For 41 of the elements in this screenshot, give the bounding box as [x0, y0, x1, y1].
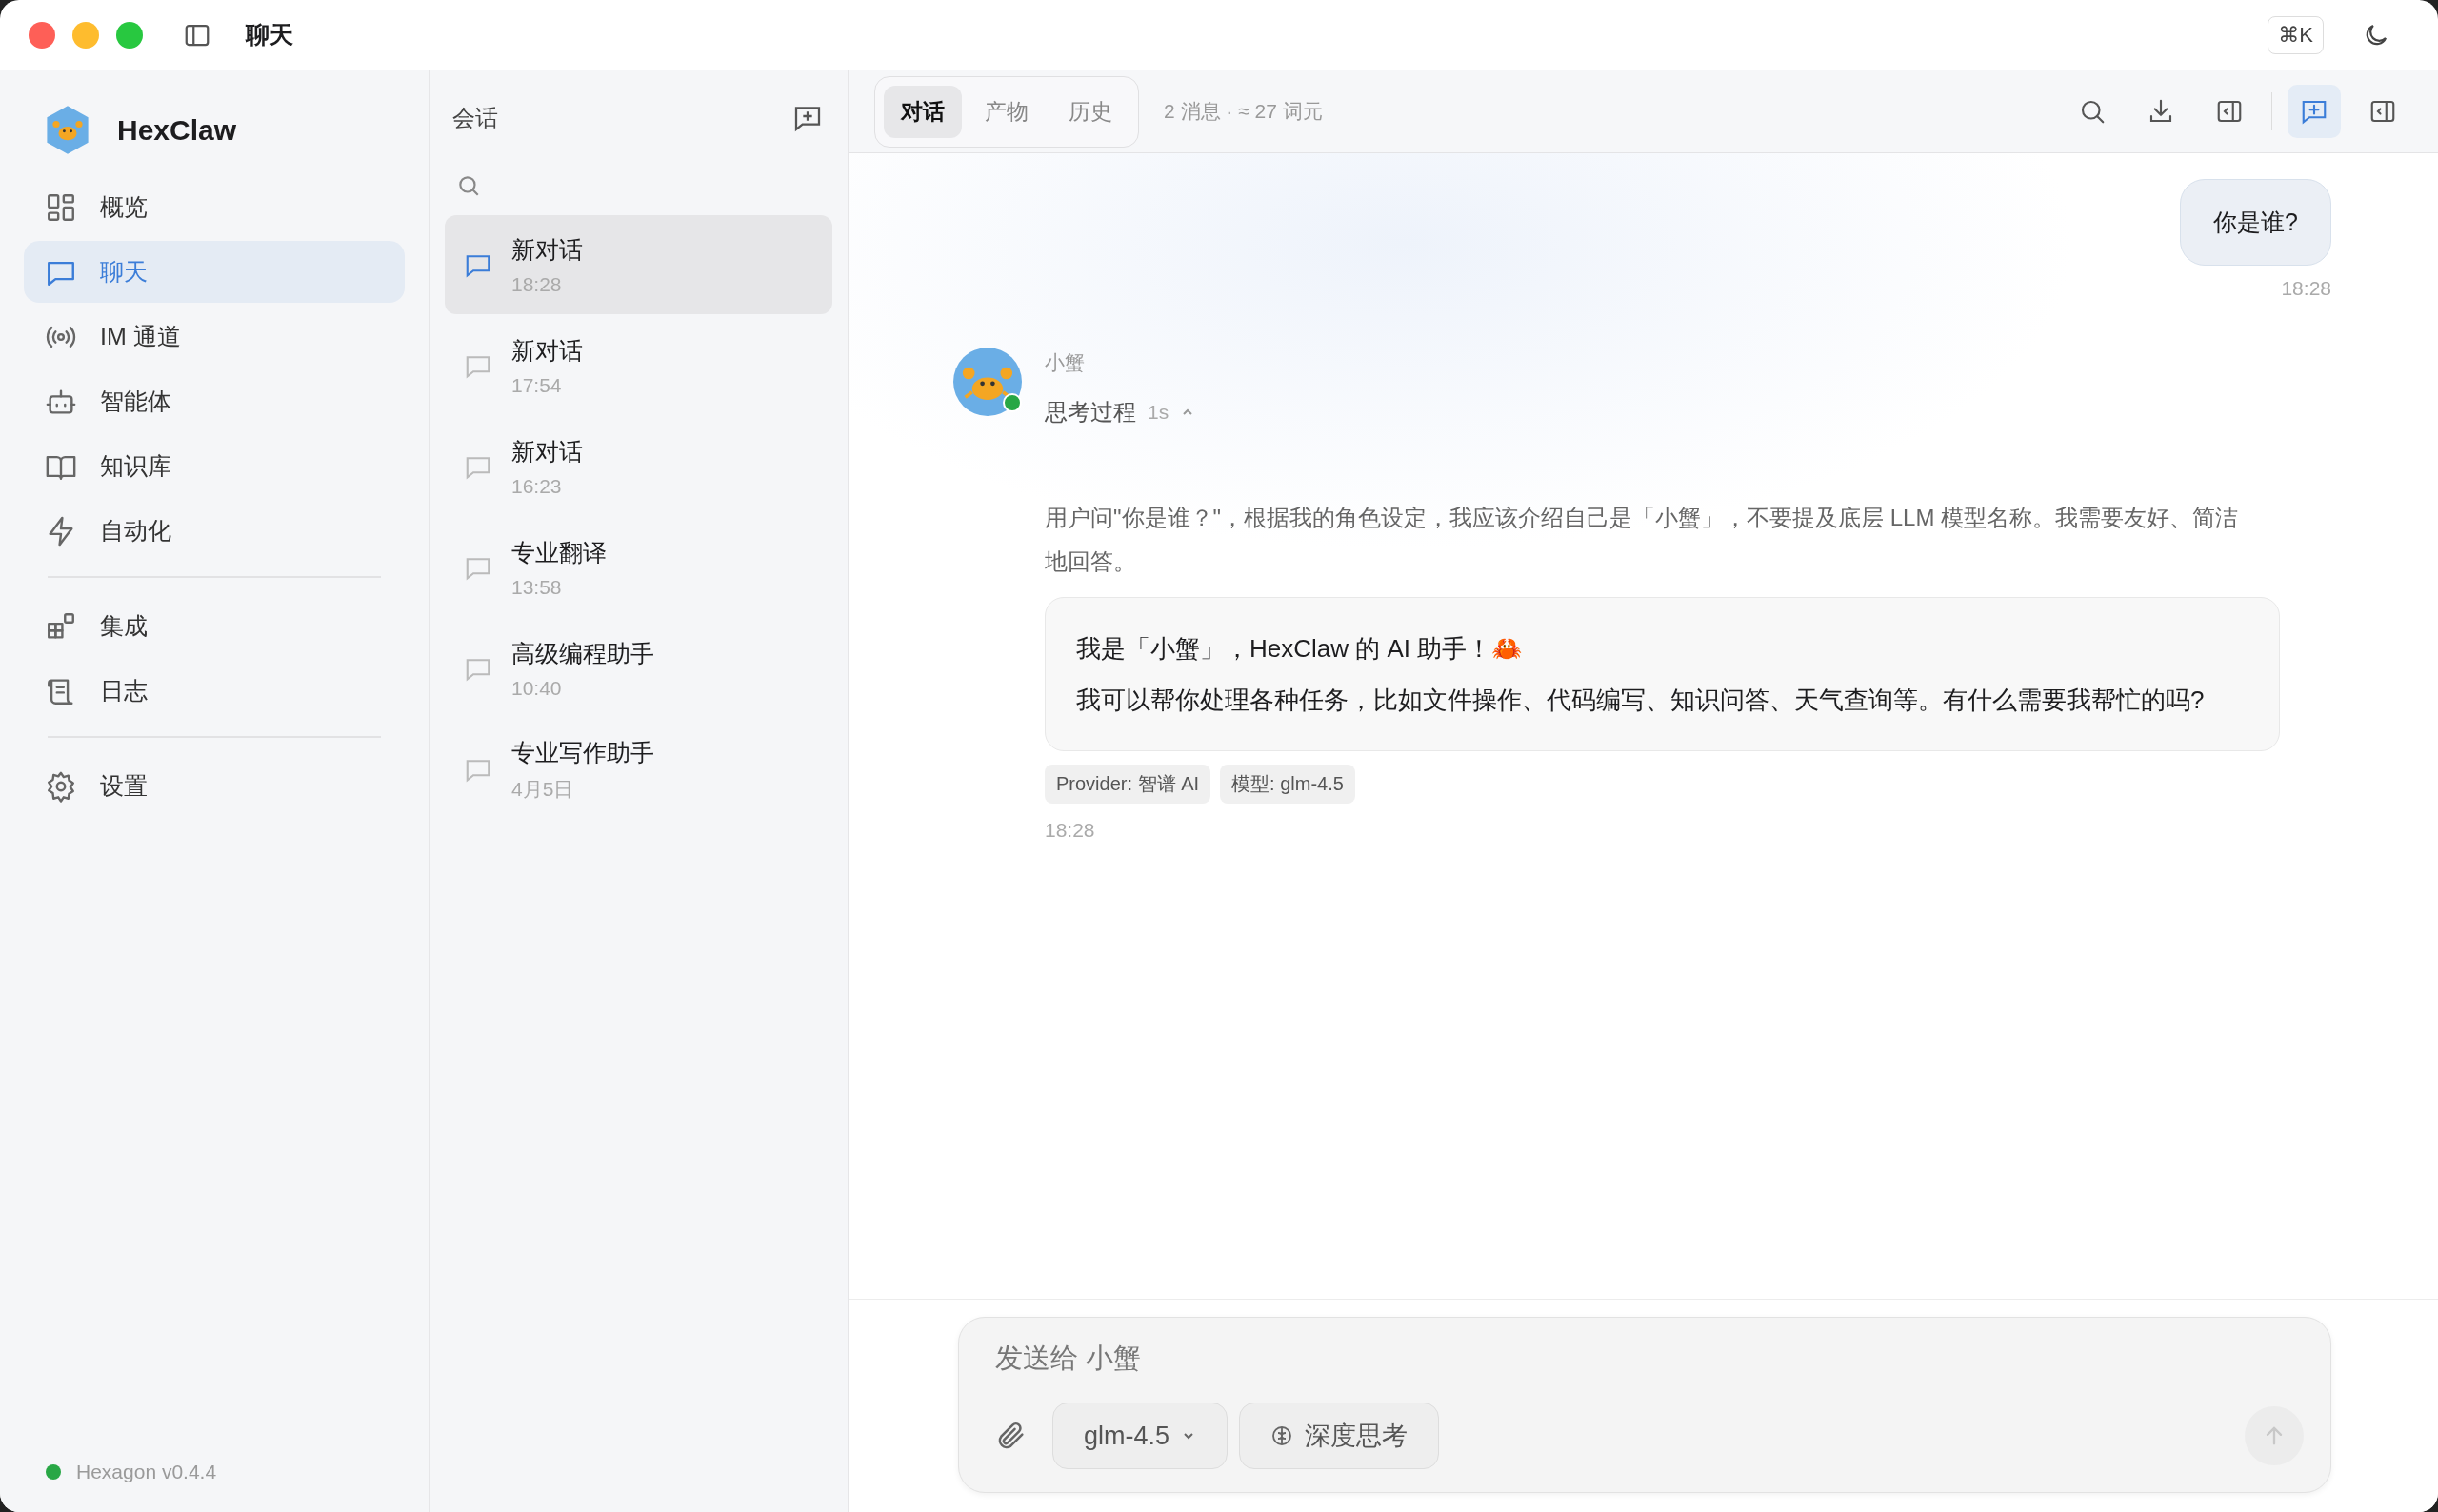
tab[interactable]: 对话	[884, 85, 962, 138]
deep-think-button[interactable]: 深度思考	[1239, 1403, 1440, 1469]
new-chat-button[interactable]	[2288, 85, 2341, 138]
nav-item[interactable]: 集成	[24, 595, 405, 657]
crab-hexagon-logo	[45, 105, 90, 155]
model-tag: Provider: 智谱 AI	[1045, 765, 1211, 804]
user-message: 你是谁?	[2180, 179, 2331, 266]
message-time: 18:28	[1045, 819, 1095, 842]
nav-item[interactable]: 日志	[24, 660, 405, 722]
assistant-name: 小蟹	[1045, 350, 1085, 375]
conversation-item[interactable]: 新对话 16:23	[445, 417, 832, 516]
brain-icon	[1270, 1424, 1294, 1447]
conversation-item[interactable]: 新对话 17:54	[445, 316, 832, 415]
message-stats: 2 消息 · ≈ 27 词元	[1164, 99, 1323, 124]
conversation-item[interactable]: 专业翻译 13:58	[445, 518, 832, 617]
nav-item[interactable]: 自动化	[24, 500, 405, 562]
thinking-text: 用户问"你是谁？"，根据我的角色设定，我应该介绍自己是「小蟹」，不要提及底层 LLM 模型名称。我需要友好、简洁地回答。	[1045, 504, 2240, 576]
nav-item[interactable]: 智能体	[24, 370, 405, 432]
message-time: 18:28	[2281, 277, 2331, 300]
message-paragraph: 我可以帮你处理各种任务，比如文件操作、代码编写、知识问答、天气查询等。有什么需要我帮忙的吗?	[1076, 685, 2206, 716]
thinking-toggle[interactable]: 思考过程 1s	[1045, 397, 1196, 428]
nav-item[interactable]: 概览	[24, 176, 405, 238]
conversation-item[interactable]: 新对话 18:28	[445, 215, 832, 314]
nav-item[interactable]: 设置	[24, 755, 405, 817]
model-selector[interactable]: glm-4.5	[1052, 1403, 1229, 1469]
app-name: HexClaw	[117, 113, 237, 147]
close-button[interactable]	[29, 21, 55, 49]
panel-title: 会话	[452, 104, 498, 132]
nav-item[interactable]: 知识库	[24, 435, 405, 497]
nav-item[interactable]: IM 通道	[24, 306, 405, 368]
search-icon[interactable]	[456, 173, 481, 198]
model-tag: 模型: glm-4.5	[1220, 765, 1355, 804]
settings-icon	[45, 769, 77, 803]
version-label: Hexagon v0.4.4	[76, 1461, 217, 1483]
window-title: 聊天	[246, 20, 293, 50]
conversation-item[interactable]: 高级编程助手 10:40	[445, 619, 832, 718]
command-shortcut-button[interactable]: ⌘K	[2268, 15, 2324, 54]
message-composer[interactable]: 发送给 小蟹 glm-4.5 深度思考	[958, 1317, 2331, 1493]
crab-avatar	[953, 348, 1022, 416]
message-paragraph: 我是「小蟹」，HexClaw 的 AI 助手！🦀	[1076, 633, 1524, 665]
conversation-item[interactable]: 专业写作助手 4月5日	[445, 720, 832, 819]
